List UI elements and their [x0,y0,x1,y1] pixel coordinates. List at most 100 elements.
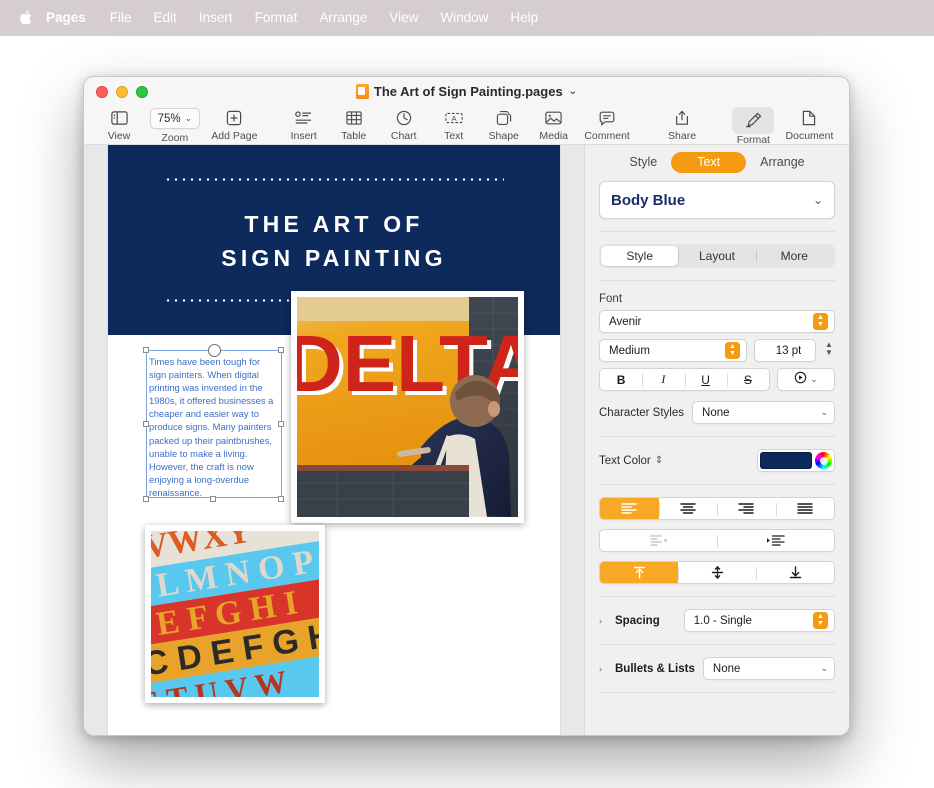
menu-item-format[interactable]: Format [244,8,309,28]
toolbar-zoom-label: Zoom [161,132,188,144]
text-color-stepper-icon[interactable]: ⇕ [655,455,663,466]
underline-button[interactable]: U [685,369,727,390]
photo-painted-letters[interactable]: UVWXY K L M N O P D E F G H I C D E F G … [145,525,325,703]
disclosure-triangle-icon[interactable]: › [599,616,607,626]
tab-arrange[interactable]: Arrange [746,152,818,173]
disclosure-triangle-icon[interactable]: › [599,664,607,674]
menu-item-arrange[interactable]: Arrange [308,8,378,28]
toolbar-format-button[interactable]: Format [727,105,780,146]
paragraph-style-name: Body Blue [611,192,685,209]
divider-3 [599,436,835,437]
font-weight-select[interactable]: Medium ▲▼ [599,339,747,362]
toolbar-comment-button[interactable]: Comment [579,105,636,142]
text-options-gear-button[interactable]: ⌄ [777,368,835,391]
menu-item-pages[interactable]: Pages [40,8,99,28]
table-icon [346,107,362,129]
bullets-lists-select[interactable]: None ⌄ [703,657,835,680]
toolbar-add-page-button[interactable]: Add Page [206,105,263,142]
font-style-buttons: B I U S [599,368,770,391]
menu-item-view[interactable]: View [378,8,429,28]
paragraph-style-picker[interactable]: Body Blue ⌄ [599,181,835,219]
document-page[interactable]: THE ART OF SIGN PAINTING [108,145,560,735]
format-button-highlight [732,107,774,134]
menu-item-edit[interactable]: Edit [143,8,188,28]
bullets-lists-row: › Bullets & Lists None ⌄ [599,657,835,680]
divider-5 [599,596,835,597]
align-bottom-button[interactable] [756,562,834,583]
align-top-button[interactable] [600,562,678,583]
font-size-stepper[interactable]: ▲▼ [823,339,835,358]
toolbar-chart-button[interactable]: Chart [379,105,429,142]
font-size-value: 13 pt [776,345,802,357]
decrease-indent-button[interactable] [600,530,717,551]
spacing-value: 1.0 - Single [694,615,813,627]
chevron-down-icon: ⌄ [185,113,193,124]
toolbar-text-button[interactable]: A Text [429,105,479,142]
stepper-icon[interactable]: ▲▼ [725,342,740,359]
font-size-field[interactable]: 13 pt [754,339,816,362]
zoom-dropdown[interactable]: 75% ⌄ [150,108,201,129]
menu-item-help[interactable]: Help [499,8,549,28]
align-left-button[interactable] [600,498,659,519]
toolbar-table-button[interactable]: Table [329,105,379,142]
document-icon [802,107,816,129]
divider-7 [599,692,835,693]
comment-icon [599,107,615,129]
toolbar-add-page-label: Add Page [211,130,257,142]
body-textbox[interactable]: Times have been tough for sign painters.… [148,353,280,501]
subtab-style[interactable]: Style [601,246,678,266]
document-title-line1: THE ART OF [221,207,446,241]
character-styles-value: None [702,407,820,419]
tab-style[interactable]: Style [615,152,671,173]
menu-item-file[interactable]: File [99,8,143,28]
font-family-select[interactable]: Avenir ▲▼ [599,310,835,333]
stepper-icon[interactable]: ▲▼ [813,313,828,330]
toolbar-view-button[interactable]: View [94,105,144,142]
stepper-icon[interactable]: ▲▼ [813,612,828,629]
align-middle-button[interactable] [678,562,756,583]
italic-button[interactable]: I [642,369,684,390]
toolbar-zoom-control[interactable]: 75% ⌄ Zoom [144,105,206,144]
toolbar-view-label: View [108,130,131,142]
toolbar-shape-button[interactable]: Shape [479,105,529,142]
align-justify-button[interactable] [776,498,835,519]
chevron-down-icon[interactable]: ⌄ [569,86,577,97]
media-icon [545,107,562,129]
align-right-button[interactable] [717,498,776,519]
subtab-more[interactable]: More [756,246,833,266]
toolbar-document-label: Document [786,130,834,142]
toolbar-media-label: Media [539,130,568,142]
toolbar-shape-label: Shape [489,130,519,142]
document-canvas[interactable]: THE ART OF SIGN PAINTING [84,145,584,735]
inspector-content: Body Blue ⌄ Style Layout More Font Aveni… [585,175,849,705]
zoom-value: 75% [158,113,181,125]
divider-2 [599,280,835,281]
toolbar-document-button[interactable]: Document [780,105,839,142]
insert-icon [295,107,312,129]
bold-button[interactable]: B [600,369,642,390]
photo-delta-sign[interactable]: DELTA DELTA [291,291,524,523]
toolbar-insert-button[interactable]: Insert [279,105,329,142]
text-color-swatch[interactable] [760,452,812,469]
subtab-layout[interactable]: Layout [678,246,755,266]
tab-text[interactable]: Text [671,152,746,173]
divider-4 [599,484,835,485]
menu-item-insert[interactable]: Insert [188,8,244,28]
color-wheel-icon[interactable] [815,452,832,469]
format-brush-icon [744,109,762,131]
window-titlebar: The Art of Sign Painting.pages ⌄ View [84,77,849,145]
apple-logo-icon[interactable] [12,9,40,28]
character-styles-select[interactable]: None ⌄ [692,401,835,424]
horizontal-alignment-bar [599,497,835,520]
menu-item-window[interactable]: Window [429,8,499,28]
align-center-button[interactable] [659,498,718,519]
divider-1 [599,231,835,232]
strikethrough-button[interactable]: S [727,369,769,390]
font-section-label: Font [599,293,835,305]
spacing-label: Spacing [615,615,660,627]
toolbar-media-button[interactable]: Media [529,105,579,142]
increase-indent-button[interactable] [717,530,834,551]
document-title[interactable]: THE ART OF SIGN PAINTING [221,207,446,275]
spacing-select[interactable]: 1.0 - Single ▲▼ [684,609,835,632]
toolbar-share-button[interactable]: Share [657,105,707,142]
